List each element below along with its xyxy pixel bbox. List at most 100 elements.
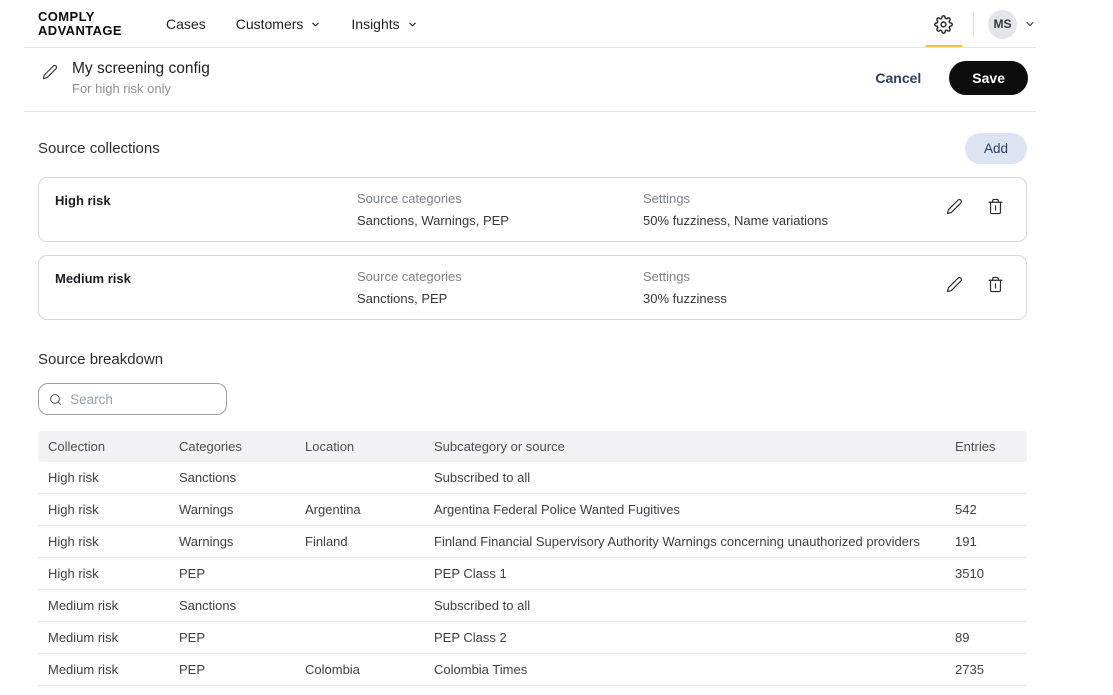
search-icon xyxy=(49,392,62,407)
table-header: Collection Categories Location Subcatego… xyxy=(38,431,1027,462)
table-row: High risk Sanctions Subscribed to all xyxy=(38,462,1027,494)
trash-icon xyxy=(987,198,1004,215)
cell-subcategory: Argentina Federal Police Wanted Fugitive… xyxy=(424,494,945,526)
collection-card-high-risk: High risk Source categories Sanctions, W… xyxy=(38,177,1027,242)
chevron-down-icon xyxy=(310,19,321,30)
cell-subcategory: Colombia Times xyxy=(424,654,945,686)
edit-collection-button[interactable] xyxy=(946,276,963,293)
top-nav: COMPLY ADVANTAGE Cases Customers Insight… xyxy=(0,0,1113,48)
source-breakdown-table: Collection Categories Location Subcatego… xyxy=(38,431,1027,686)
settings-value: 30% fuzziness xyxy=(643,291,946,306)
page-title-block: My screening config For high risk only xyxy=(72,60,210,96)
save-button[interactable]: Save xyxy=(949,61,1028,95)
source-collections-header: Source collections Add xyxy=(38,133,1027,164)
table-row: High risk Warnings Argentina Argentina F… xyxy=(38,494,1027,526)
page-header-divider xyxy=(24,111,1036,112)
search-input[interactable] xyxy=(70,392,216,407)
cell-entries xyxy=(945,462,1027,494)
column-header-location: Location xyxy=(295,431,424,462)
cell-collection: High risk xyxy=(38,494,169,526)
page-header: My screening config For high risk only C… xyxy=(0,48,1113,112)
nav-vertical-divider xyxy=(973,12,974,36)
settings-label: Settings xyxy=(643,269,946,284)
collection-actions xyxy=(946,191,1004,215)
table-body: High risk Sanctions Subscribed to all Hi… xyxy=(38,462,1027,686)
table-row: Medium risk PEP PEP Class 2 89 xyxy=(38,622,1027,654)
column-header-categories: Categories xyxy=(169,431,295,462)
page-header-actions: Cancel Save xyxy=(875,61,1028,95)
cell-location xyxy=(295,462,424,494)
column-header-entries: Entries xyxy=(945,431,1027,462)
cell-entries: 3510 xyxy=(945,558,1027,590)
cancel-button[interactable]: Cancel xyxy=(875,70,921,86)
cell-collection: Medium risk xyxy=(38,622,169,654)
cell-entries: 542 xyxy=(945,494,1027,526)
main-content: Source collections Add High risk Source … xyxy=(38,133,1027,686)
cell-location xyxy=(295,622,424,654)
cell-subcategory: PEP Class 2 xyxy=(424,622,945,654)
settings-label: Settings xyxy=(643,191,946,206)
cell-collection: High risk xyxy=(38,526,169,558)
collection-name: High risk xyxy=(55,191,357,208)
nav-item-customers[interactable]: Customers xyxy=(236,16,322,32)
cell-subcategory: PEP Class 1 xyxy=(424,558,945,590)
cell-location: Finland xyxy=(295,526,424,558)
nav-item-cases-label: Cases xyxy=(166,16,206,32)
source-categories-label: Source categories xyxy=(357,191,643,206)
cell-entries: 191 xyxy=(945,526,1027,558)
cell-categories: PEP xyxy=(169,654,295,686)
delete-collection-button[interactable] xyxy=(987,198,1004,215)
brand-logo[interactable]: COMPLY ADVANTAGE xyxy=(38,10,122,37)
collection-actions xyxy=(946,269,1004,293)
collection-settings-group: Settings 30% fuzziness xyxy=(643,269,946,306)
edit-title-pencil-icon xyxy=(42,64,58,80)
nav-item-cases[interactable]: Cases xyxy=(166,16,206,32)
collection-categories-group: Source categories Sanctions, Warnings, P… xyxy=(357,191,643,228)
page-subtitle: For high risk only xyxy=(72,81,210,96)
cell-location xyxy=(295,558,424,590)
chevron-down-icon xyxy=(407,19,418,30)
cell-entries xyxy=(945,590,1027,622)
gear-icon xyxy=(934,15,953,34)
cell-entries: 89 xyxy=(945,622,1027,654)
nav-right-group: MS xyxy=(924,0,1036,48)
nav-item-insights[interactable]: Insights xyxy=(351,16,417,32)
cell-categories: PEP xyxy=(169,558,295,590)
cell-categories: Warnings xyxy=(169,526,295,558)
nav-item-insights-label: Insights xyxy=(351,16,399,32)
cell-categories: Sanctions xyxy=(169,462,295,494)
cell-collection: Medium risk xyxy=(38,654,169,686)
source-collections-title: Source collections xyxy=(38,140,160,157)
table-row: Medium risk Sanctions Subscribed to all xyxy=(38,590,1027,622)
pencil-icon xyxy=(946,198,963,215)
cell-categories: PEP xyxy=(169,622,295,654)
collection-settings-group: Settings 50% fuzziness, Name variations xyxy=(643,191,946,228)
chevron-down-icon xyxy=(1024,18,1036,30)
user-menu-button[interactable]: MS xyxy=(988,10,1036,39)
source-categories-label: Source categories xyxy=(357,269,643,284)
avatar: MS xyxy=(988,10,1017,39)
main-nav: Cases Customers Insights xyxy=(166,16,418,32)
cell-collection: Medium risk xyxy=(38,590,169,622)
delete-collection-button[interactable] xyxy=(987,276,1004,293)
cell-entries: 2735 xyxy=(945,654,1027,686)
brand-logo-line2: ADVANTAGE xyxy=(38,24,122,38)
settings-value: 50% fuzziness, Name variations xyxy=(643,213,946,228)
cell-collection: High risk xyxy=(38,462,169,494)
cell-subcategory: Subscribed to all xyxy=(424,590,945,622)
table-row: Medium risk PEP Colombia Colombia Times … xyxy=(38,654,1027,686)
collection-name: Medium risk xyxy=(55,269,357,286)
cell-location: Colombia xyxy=(295,654,424,686)
source-categories-value: Sanctions, Warnings, PEP xyxy=(357,213,643,228)
pencil-icon xyxy=(946,276,963,293)
page-title-group: My screening config For high risk only xyxy=(42,60,210,96)
cell-categories: Sanctions xyxy=(169,590,295,622)
nav-item-customers-label: Customers xyxy=(236,16,304,32)
add-collection-button[interactable]: Add xyxy=(965,133,1027,164)
settings-button[interactable] xyxy=(924,0,963,48)
cell-categories: Warnings xyxy=(169,494,295,526)
brand-logo-line1: COMPLY xyxy=(38,10,122,24)
edit-collection-button[interactable] xyxy=(946,198,963,215)
source-categories-value: Sanctions, PEP xyxy=(357,291,643,306)
collection-card-medium-risk: Medium risk Source categories Sanctions,… xyxy=(38,255,1027,320)
